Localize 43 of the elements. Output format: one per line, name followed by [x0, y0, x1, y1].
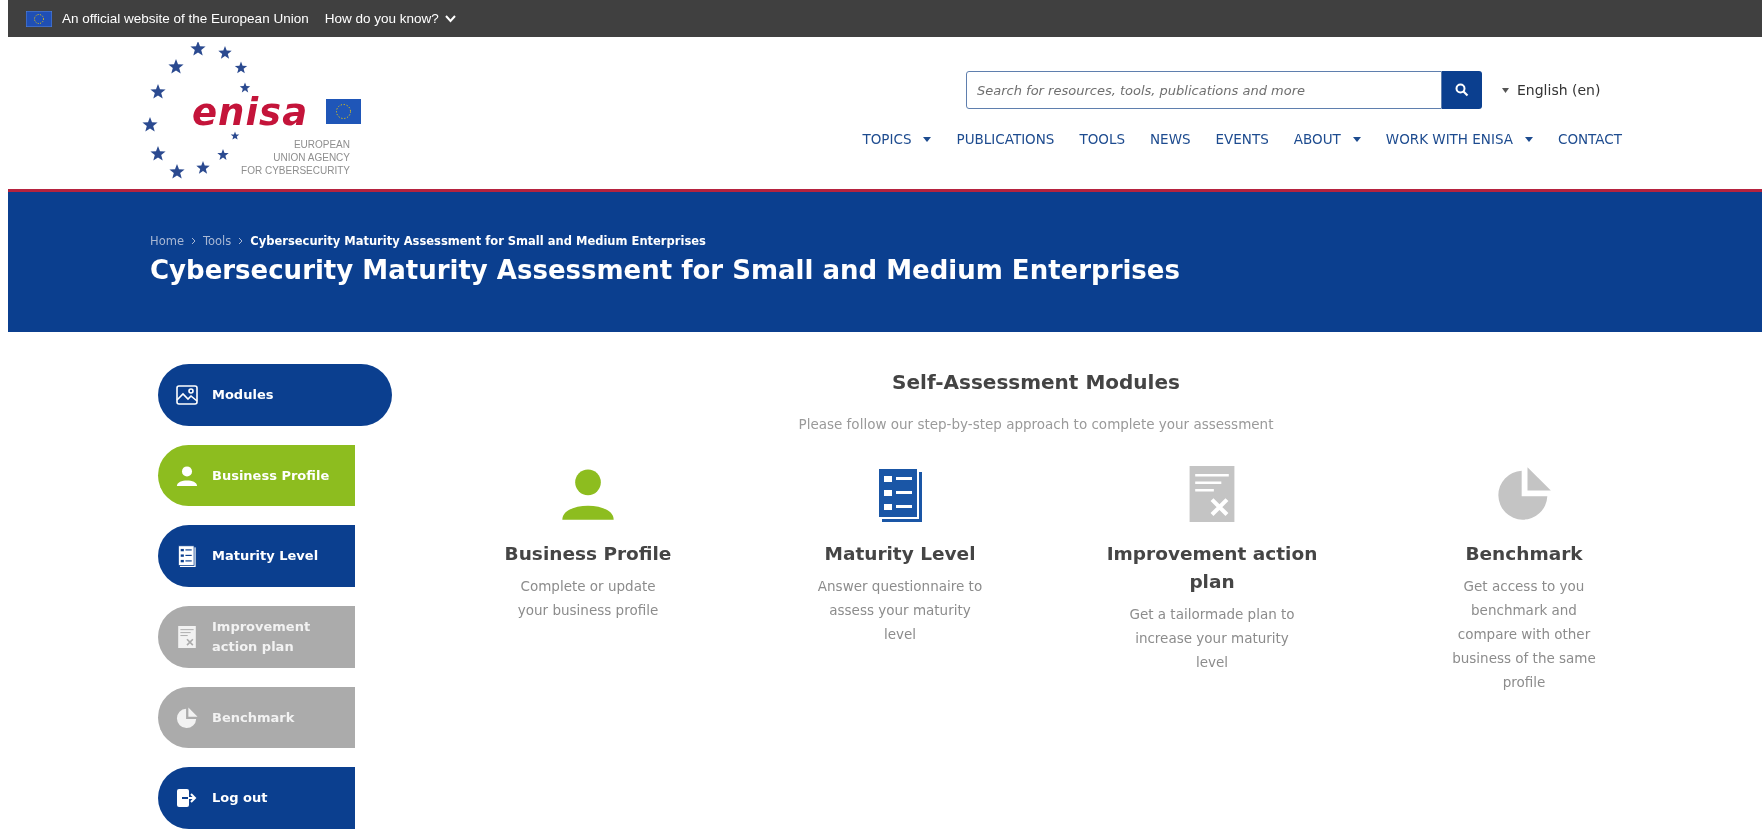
nav-link[interactable]: CONTACT	[1557, 131, 1622, 147]
checklist-icon	[176, 545, 198, 568]
image-icon	[176, 384, 198, 405]
module-description: Get a tailormade plan to increase your maturity level	[1128, 605, 1296, 672]
module-description: Complete or update your business profile	[516, 577, 660, 620]
section-subtitle: Please follow our step-by-step approach to complete your assessment	[798, 416, 1274, 432]
search-icon	[1455, 83, 1469, 97]
logout-icon	[176, 788, 198, 809]
nav-link[interactable]: NEWS	[1150, 131, 1191, 147]
chevron-right-icon	[190, 237, 196, 245]
language-selector[interactable]: English (en)	[1502, 82, 1622, 98]
sidebar-button[interactable]: Maturity Level	[158, 525, 355, 587]
search-field[interactable]: Search for resources, tools, publications and more	[966, 71, 1442, 109]
module-title[interactable]: Business Profile	[473, 540, 703, 568]
logo-wordmark: enisa	[192, 94, 309, 131]
section-title: Self-Assessment Modules	[892, 370, 1180, 394]
logo-tagline: EUROPEAN UNION AGENCY FOR CYBERSECURITY	[241, 138, 350, 177]
breadcrumb-link[interactable]: Tools	[202, 234, 232, 248]
nav-link[interactable]: WORK WITH ENISA	[1385, 131, 1533, 147]
caret-icon	[1502, 87, 1509, 93]
chevron-down-icon	[444, 14, 456, 23]
breadcrumb-link[interactable]: Home	[150, 234, 184, 248]
search-button[interactable]	[1442, 71, 1482, 109]
breadcrumb-link[interactable]: Cybersecurity Maturity Assessment for Small and Medium Enterprises	[250, 234, 706, 248]
module-description: Answer questionnaire to assess your maturity level	[816, 577, 984, 644]
nav-link[interactable]: TOPICS	[862, 131, 932, 147]
chevron-right-icon	[238, 237, 244, 245]
module-title[interactable]: Maturity Level	[785, 540, 1015, 568]
nav-link[interactable]: EVENTS	[1215, 131, 1269, 147]
nav-link[interactable]: TOOLS	[1079, 131, 1125, 147]
official-site-text: An official website of the European Union	[62, 11, 309, 26]
flag-icon	[26, 10, 52, 27]
sidebar-button[interactable]: Log out	[158, 767, 355, 829]
pie-chart-icon	[176, 706, 198, 729]
page-title: Cybersecurity Maturity Assessment for Small and Medium Enterprises	[150, 255, 1181, 285]
how-do-you-know-link[interactable]: How do you know?	[324, 11, 456, 26]
module-description: Get access to you benchmark and compare with other business of the same profile	[1451, 577, 1597, 692]
nav-link[interactable]: PUBLICATIONS	[956, 131, 1055, 147]
document-tools-icon	[176, 625, 198, 648]
sidebar-button[interactable]: Modules	[158, 364, 392, 426]
person-icon	[176, 464, 198, 487]
nav-link[interactable]: ABOUT	[1293, 131, 1361, 147]
flag-icon	[326, 99, 361, 124]
